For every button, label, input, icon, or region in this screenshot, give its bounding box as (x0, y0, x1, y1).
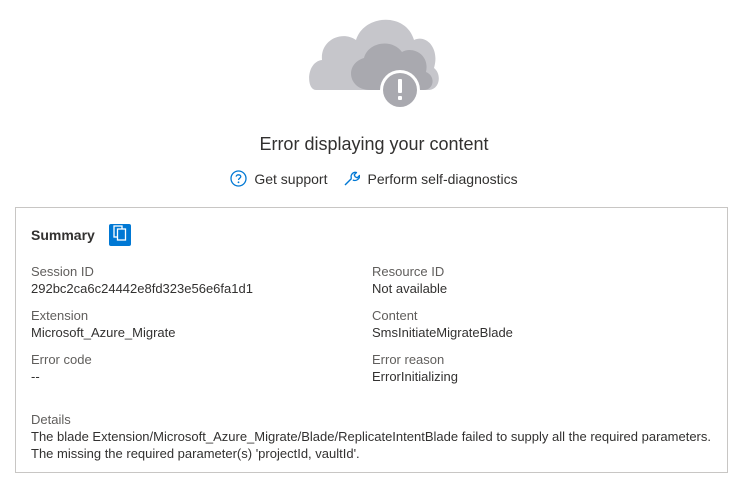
error-title: Error displaying your content (259, 134, 489, 154)
extension-label: Extension (31, 308, 89, 323)
get-support-label: Get support (254, 170, 328, 187)
resource-id-value: Not available (372, 281, 448, 296)
details-field: Details The blade Extension/Microsoft_Az… (31, 411, 711, 462)
extension-value: Microsoft_Azure_Migrate (31, 325, 176, 340)
error-reason-label: Error reason (372, 352, 445, 367)
extension-field: Extension Microsoft_Azure_Migrate (31, 307, 176, 341)
content-field: Content SmsInitiateMigrateBlade (372, 307, 513, 341)
summary-header: Summary (31, 224, 131, 246)
self-diagnostics-label: Perform self-diagnostics (367, 170, 518, 187)
error-code-value: -- (31, 369, 40, 384)
session-id-field: Session ID 292bc2ca6c24442e8fd323e56e6fa… (31, 263, 253, 297)
copy-button[interactable] (108, 224, 131, 246)
help-links: Get support Perform self-diagnostics (0, 170, 748, 187)
summary-panel: Summary Session ID 292bc2ca6c24442e8fd32… (15, 207, 728, 473)
copy-icon (113, 224, 127, 246)
self-diagnostics-link[interactable]: Perform self-diagnostics (343, 170, 518, 187)
session-id-value: 292bc2ca6c24442e8fd323e56e6fa1d1 (31, 281, 253, 296)
content-value: SmsInitiateMigrateBlade (372, 325, 513, 340)
resource-id-field: Resource ID Not available (372, 263, 447, 297)
get-support-link[interactable]: Get support (230, 170, 327, 187)
summary-label: Summary (31, 227, 95, 243)
session-id-label: Session ID (31, 264, 94, 279)
content-label: Content (372, 308, 418, 323)
error-reason-field: Error reason ErrorInitializing (372, 351, 458, 385)
details-label: Details (31, 412, 71, 427)
cloud-error-icon (308, 12, 440, 110)
error-reason-value: ErrorInitializing (372, 369, 458, 384)
error-code-field: Error code -- (31, 351, 92, 385)
wrench-icon (343, 170, 361, 187)
resource-id-label: Resource ID (372, 264, 445, 279)
error-code-label: Error code (31, 352, 92, 367)
question-circle-icon (230, 170, 247, 187)
details-value: The blade Extension/Microsoft_Azure_Migr… (31, 429, 711, 461)
